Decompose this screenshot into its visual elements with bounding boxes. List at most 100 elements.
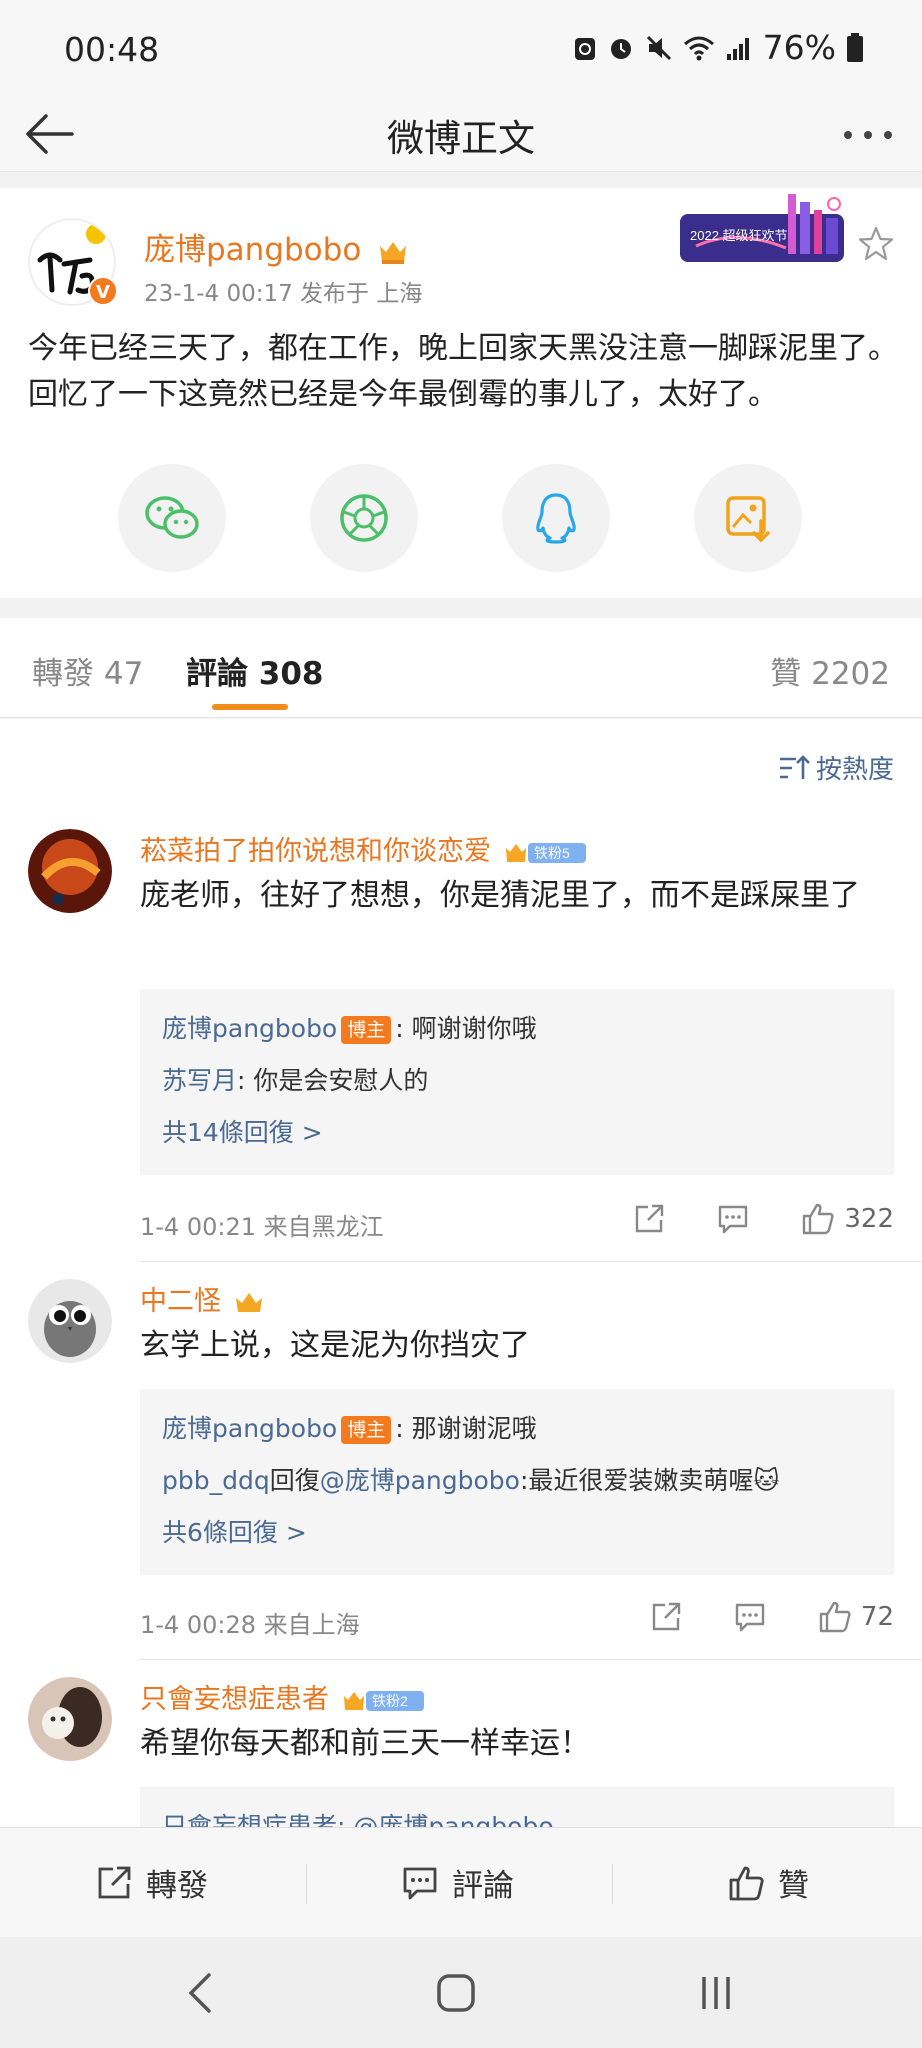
comment-footer: 1-4 00:21 来自黑龙江 322 xyxy=(140,1201,894,1241)
comment-actions: 322 xyxy=(582,1201,894,1237)
nav-bar: 微博正文 xyxy=(0,100,922,172)
signal-icon xyxy=(726,37,749,60)
save-image-icon xyxy=(726,496,770,543)
comment-text: 玄学上说，这是泥为你挡灾了 xyxy=(140,1328,530,1363)
post-author-name[interactable]: 庞博pangbobo xyxy=(144,232,361,268)
tab-comment[interactable]: 評論 308 xyxy=(186,648,324,693)
fan-badge-text: 铁粉5 xyxy=(534,845,570,861)
comment-footer: 1-4 00:28 来自上海 72 xyxy=(140,1599,894,1639)
sort-toggle[interactable]: 按熱度 xyxy=(778,749,894,786)
reply-author[interactable]: 庞博pangbobo xyxy=(162,1414,337,1443)
post-card: V 庞博pangbobo 23-1-4 00:17 发布于 上海 2022 超级… xyxy=(0,188,922,598)
repost-label[interactable]: 轉發 xyxy=(146,1860,208,1905)
fan-badge-icon: 铁粉5 xyxy=(505,842,586,863)
system-home-button[interactable] xyxy=(426,1963,486,2023)
system-recents-button[interactable] xyxy=(686,1963,746,2023)
status-icons: 76% xyxy=(573,28,864,67)
reply-connector: 回復 xyxy=(269,1466,320,1495)
reply-line: 苏写月: 你是会安慰人的 xyxy=(162,1055,872,1107)
reply-mention[interactable]: @庞博pangbobo xyxy=(320,1466,520,1495)
share-moments-button[interactable] xyxy=(310,464,418,572)
status-bar: 00:48 76% xyxy=(0,0,922,100)
commenter-name[interactable]: 菘菜拍了拍你说想和你谈恋爱 铁粉5 xyxy=(140,829,588,868)
op-tag: 博主 xyxy=(341,1016,392,1044)
like-button[interactable]: 贊 xyxy=(726,1860,809,1905)
comment-actions: 72 xyxy=(599,1599,894,1635)
battery-text: 76% xyxy=(762,28,836,67)
comment-button[interactable]: 評論 xyxy=(400,1860,514,1905)
comment-text: 希望你每天都和前三天一样幸运！ xyxy=(140,1726,590,1761)
post-author[interactable]: 庞博pangbobo xyxy=(144,224,409,269)
system-back-button[interactable] xyxy=(170,1963,230,2023)
share-row xyxy=(0,464,922,574)
share-comment-icon[interactable] xyxy=(649,1600,683,1634)
comment-label[interactable]: 評論 xyxy=(452,1860,514,1905)
reply-line: 只會妄想症患者: @庞博pangbobo xyxy=(162,1801,872,1827)
repost-icon xyxy=(98,1866,131,1898)
more-replies-link[interactable]: 共6條回復 > xyxy=(162,1507,872,1559)
divider xyxy=(140,1659,922,1660)
commenter-avatar[interactable] xyxy=(28,1677,112,1761)
comment-text: 庞老师，往好了想想，你是猜泥里了，而不是踩屎里了 xyxy=(140,878,860,913)
tab-like[interactable]: 贊 2202 xyxy=(770,648,890,693)
reply-author[interactable]: 庞博pangbobo xyxy=(162,1014,337,1043)
moments-icon xyxy=(340,494,388,542)
reply-box[interactable]: 庞博pangbobo 博主: 那谢谢泥哦 pbb_ddq回復@庞博pangbobo… xyxy=(140,1389,894,1575)
recycle-icon xyxy=(574,37,595,60)
chevron-left-icon xyxy=(188,1973,211,2013)
comment-meta: 1-4 00:28 来自上海 xyxy=(140,1611,360,1639)
comment-list: 按熱度 菘菜拍了拍你说想和你谈恋爱 铁粉5 庞老师，往好了想想，你是猜泥里了，而… xyxy=(0,719,922,1827)
tab-repost[interactable]: 轉發 47 xyxy=(32,648,143,693)
star-favorite-icon[interactable] xyxy=(856,224,896,264)
commenter-name-text[interactable]: 菘菜拍了拍你说想和你谈恋爱 xyxy=(140,836,491,867)
reply-author[interactable]: 只會妄想症患者 xyxy=(162,1812,337,1827)
save-image-button[interactable] xyxy=(694,464,802,572)
reply-author[interactable]: 苏写月 xyxy=(162,1066,237,1095)
like-label[interactable]: 贊 xyxy=(778,1860,809,1905)
commenter-name-text[interactable]: 中二怪 xyxy=(140,1286,221,1317)
festival-banner-image[interactable]: 2022 超级狂欢节 xyxy=(676,188,848,272)
repost-button[interactable]: 轉發 xyxy=(94,1860,208,1905)
wechat-icon xyxy=(145,496,199,539)
commenter-name[interactable]: 中二怪 xyxy=(140,1279,264,1318)
sort-icon xyxy=(779,754,810,779)
post-meta: 23-1-4 00:17 发布于 上海 xyxy=(144,281,423,307)
reply-author[interactable]: pbb_ddq xyxy=(162,1466,270,1495)
share-wechat-button[interactable] xyxy=(118,464,226,572)
commenter-avatar[interactable] xyxy=(28,1279,112,1363)
festival-banner-text: 2022 超级狂欢节 xyxy=(690,228,788,243)
like-comment-button[interactable]: 322 xyxy=(800,1201,894,1237)
sort-label[interactable]: 按熱度 xyxy=(816,749,894,786)
reply-text: :最近很爱装嫩卖萌喔🐱 xyxy=(519,1466,780,1495)
commenter-name-text[interactable]: 只會妄想症患者 xyxy=(140,1684,329,1715)
fan-badge-text: 铁粉2 xyxy=(372,1693,408,1709)
recents-icon xyxy=(702,1977,730,2009)
op-tag: 博主 xyxy=(341,1416,392,1444)
share-qq-button[interactable] xyxy=(502,464,610,572)
reply-box[interactable]: 只會妄想症患者: @庞博pangbobo xyxy=(140,1787,894,1827)
reply-line: 庞博pangbobo 博主: 啊谢谢你哦 xyxy=(162,1003,872,1055)
reply-line: pbb_ddq回復@庞博pangbobo:最近很爱装嫩卖萌喔🐱 xyxy=(162,1455,872,1507)
commenter-name[interactable]: 只會妄想症患者 铁粉2 xyxy=(140,1677,426,1716)
more-replies-link[interactable]: 共14條回復 > xyxy=(162,1107,872,1159)
alarm-icon xyxy=(610,38,631,59)
crown-icon xyxy=(235,1292,262,1312)
mute-icon xyxy=(646,35,671,60)
home-square-icon xyxy=(437,1974,475,2012)
reply-comment-icon[interactable] xyxy=(716,1202,750,1236)
reply-text: : @庞博pangbobo xyxy=(337,1812,554,1827)
share-comment-icon[interactable] xyxy=(632,1202,666,1236)
comment-icon xyxy=(403,1867,437,1899)
page-title: 微博正文 xyxy=(387,117,535,160)
comment-meta: 1-4 00:21 来自黑龙江 xyxy=(140,1213,384,1241)
thumbs-up-icon xyxy=(803,1203,834,1235)
commenter-avatar[interactable] xyxy=(28,829,112,913)
system-nav-bar xyxy=(0,1937,922,2048)
like-count: 72 xyxy=(860,1602,894,1632)
more-options-icon[interactable] xyxy=(838,110,898,160)
reply-comment-icon[interactable] xyxy=(733,1600,767,1634)
battery-icon xyxy=(847,32,863,62)
like-comment-button[interactable]: 72 xyxy=(817,1599,894,1635)
like-count: 322 xyxy=(844,1204,894,1234)
reply-box[interactable]: 庞博pangbobo 博主: 啊谢谢你哦 苏写月: 你是会安慰人的 共14條回復 … xyxy=(140,989,894,1175)
